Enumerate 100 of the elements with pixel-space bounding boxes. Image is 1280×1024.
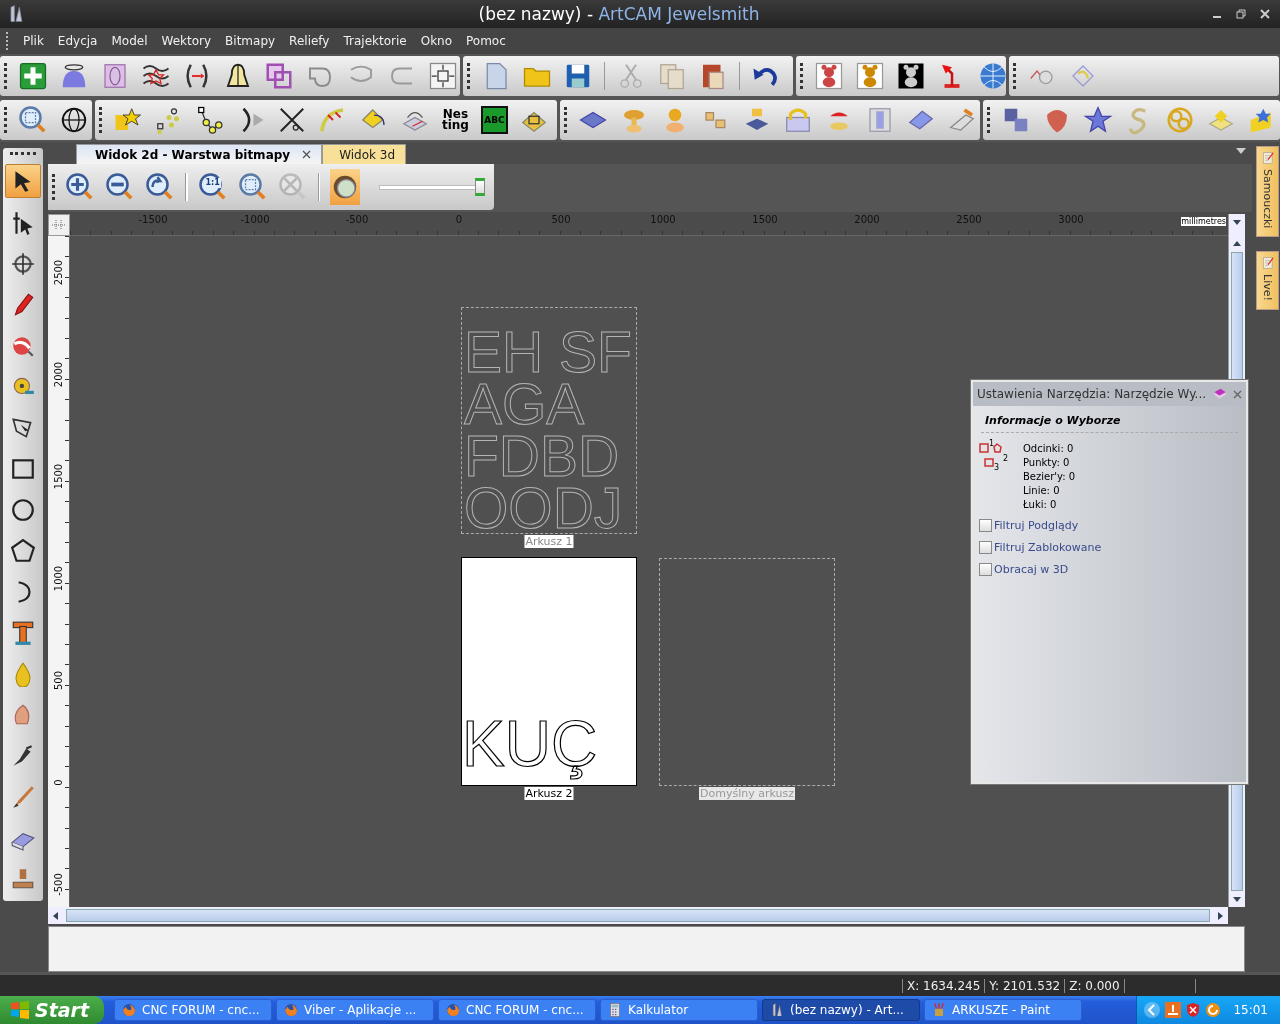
ruler-label: 1000 <box>649 214 677 227</box>
tray-app-icon[interactable] <box>1165 1002 1182 1018</box>
node-number: 3 <box>994 463 1000 472</box>
sheet-label: Arkusz 2 <box>524 787 574 800</box>
stat-text: Linie: 0 <box>1023 485 1061 496</box>
wireframe-globe-icon[interactable] <box>978 61 1008 91</box>
stat-text: Bezier'y: 0 <box>1023 471 1076 482</box>
checkbox[interactable] <box>979 541 992 554</box>
calculator-icon <box>607 1002 623 1018</box>
ruler-label: 1000 <box>53 565 64 591</box>
zoom-ratio-label: 1:1 <box>204 178 221 188</box>
restore-icon[interactable] <box>1236 9 1246 19</box>
view-tool-button[interactable]: 1:1 <box>197 169 228 205</box>
taskbar-button[interactable]: Kalkulator <box>600 999 758 1021</box>
ruler-label: 1500 <box>53 463 64 489</box>
plus-icon[interactable] <box>18 61 48 91</box>
clock: 15:01 <box>1233 1003 1268 1017</box>
overlapping-squares-icon[interactable] <box>264 61 294 91</box>
app-name: ArtCAM Jewelsmith <box>598 4 760 24</box>
scroll-left-icon[interactable] <box>51 910 61 921</box>
move-icon <box>10 251 36 277</box>
z-coordinate: Z: 0.000 <box>1064 978 1124 993</box>
swirl-icon[interactable] <box>1205 1002 1222 1018</box>
checkbox-label[interactable]: Filtruj Podglądy <box>994 519 1079 532</box>
connected-nodes-icon[interactable] <box>195 105 225 135</box>
star-icon[interactable] <box>1083 105 1113 135</box>
paint-brushes-icon <box>931 1002 947 1018</box>
menu-item[interactable]: Plik <box>18 32 49 50</box>
ruler-label: -500 <box>344 214 370 227</box>
browser-globe-icon <box>445 1002 461 1018</box>
artcam-logo-icon <box>769 1002 785 1018</box>
pentagon-icon <box>10 538 36 564</box>
view-tab[interactable]: Widok 3d <box>322 144 407 164</box>
cross-scissors-icon[interactable] <box>277 105 307 135</box>
panel-title: Ustawienia Narzędzia: Narzędzie Wy... <box>977 387 1207 401</box>
view-tool-button[interactable] <box>330 169 361 205</box>
window-title: (bez nazwy) - <box>478 4 595 24</box>
menu-item[interactable]: Okno <box>415 32 458 50</box>
menu-item[interactable]: Bitmapy <box>220 32 281 50</box>
browser-globe-icon <box>121 1002 137 1018</box>
node-number: 1 <box>989 439 995 448</box>
stat-text: Punkty: 0 <box>1023 457 1071 468</box>
zoom-slider[interactable] <box>376 177 484 197</box>
ruler-label: 2000 <box>53 361 64 387</box>
sheet[interactable]: KUÇ <box>461 557 637 786</box>
zoom-fit-icon <box>277 172 308 202</box>
circle-icon <box>10 497 36 523</box>
curved-arrow-icon[interactable] <box>783 105 813 135</box>
slider-thumb[interactable] <box>475 178 485 196</box>
ruler-label: 3000 <box>1057 214 1085 227</box>
ruler-label: -1500 <box>137 214 169 227</box>
side-tab[interactable]: Live! <box>1256 251 1279 311</box>
text-layout-button[interactable]: ABC <box>480 106 508 134</box>
sheet[interactable]: EH SF AGA FDBD OODJ <box>461 307 637 534</box>
taskbar-button[interactable]: ARKUSZE - Paint <box>924 999 1082 1021</box>
taskbar-button[interactable]: CNC FORUM - cnc... <box>114 999 272 1021</box>
zoom-in-icon <box>65 172 95 202</box>
zoom-out-icon <box>105 172 135 202</box>
stat-text: Odcinki: 0 <box>1023 443 1075 454</box>
stat-text: Łuki: 0 <box>1023 499 1058 510</box>
menu-item[interactable]: Pomoc <box>461 32 511 50</box>
teddy-bear-icon[interactable] <box>896 61 926 91</box>
rectangle-icon <box>10 456 36 482</box>
sheet-label: Arkusz 1 <box>524 535 574 548</box>
menu-item[interactable]: Reliefy <box>284 32 335 50</box>
sheet-label: Domyślny arkusz <box>699 787 795 800</box>
menu-item[interactable]: Edycja <box>52 32 103 50</box>
chevron-left-icon[interactable] <box>1143 1001 1162 1019</box>
dropdown-arrow-icon[interactable] <box>1236 148 1246 154</box>
checkbox-label[interactable]: Obracaj w 3D <box>994 563 1069 576</box>
scroll-right-icon[interactable] <box>1215 910 1225 921</box>
ruler-label: 500 <box>53 670 64 690</box>
view-tab[interactable]: Widok 2d - Warstwa bitmapy <box>76 144 323 164</box>
ruler-label: 2500 <box>955 214 983 227</box>
zoom-box-icon[interactable] <box>18 105 48 135</box>
checkbox-label[interactable]: Filtruj Zablokowane <box>994 541 1102 554</box>
notepad-icon <box>1260 151 1275 165</box>
nesting-button[interactable]: Nes ting <box>441 109 470 131</box>
ruler-label: 1500 <box>751 214 779 227</box>
notepad-icon <box>1260 256 1275 271</box>
shield-icon[interactable] <box>1185 1002 1202 1018</box>
checkbox[interactable] <box>979 519 992 532</box>
menu-item[interactable]: Trajektorie <box>338 32 412 50</box>
taskbar-button[interactable]: Viber - Aplikacje ... <box>276 999 434 1021</box>
ruler-label: 0 <box>53 778 64 786</box>
menu-item[interactable]: Model <box>106 32 153 50</box>
menu-item[interactable]: Wektory <box>156 32 217 50</box>
ruler-unit: millimetres <box>1181 217 1226 226</box>
section-heading: Informacje o Wyborze <box>981 414 1238 433</box>
y-coordinate: Y: 2101.532 <box>984 978 1065 993</box>
tool-button[interactable] <box>5 164 41 198</box>
taskbar-button[interactable]: (bez nazwy) - Art... <box>762 999 920 1021</box>
checkbox[interactable] <box>979 563 992 576</box>
taskbar-button[interactable]: CNC FORUM - cnc... <box>438 999 596 1021</box>
close-tab-icon[interactable] <box>302 150 312 159</box>
globe-icon[interactable] <box>59 105 89 135</box>
side-tab[interactable]: Samouczki <box>1256 146 1279 238</box>
move-arrows-icon[interactable] <box>428 61 458 91</box>
horizontal-scrollbar[interactable] <box>48 907 1228 924</box>
book-icon[interactable] <box>1213 387 1227 401</box>
